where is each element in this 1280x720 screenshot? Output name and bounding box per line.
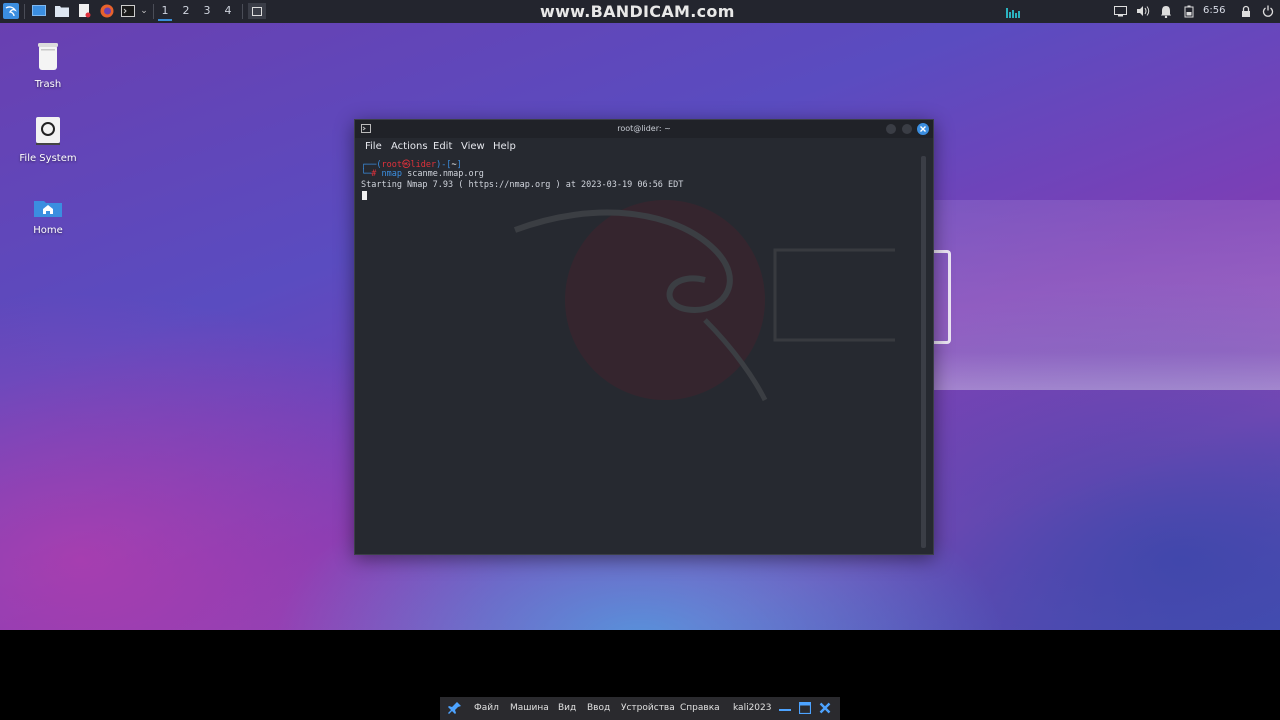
terminal-launcher-icon[interactable] <box>120 3 136 19</box>
desktop-background: Trash File System Home root@lider: ~ Fil… <box>0 0 1280 630</box>
network-icon[interactable] <box>1112 3 1128 19</box>
lock-icon[interactable] <box>1238 3 1254 19</box>
prompt-symbol: # <box>371 169 377 179</box>
virtualbox-control-bar: Файл Машина Вид Ввод Устройства Справка … <box>440 697 840 720</box>
vbox-menu-input[interactable]: Ввод <box>587 703 610 713</box>
menu-help[interactable]: Help <box>493 141 516 152</box>
show-desktop-icon[interactable] <box>31 3 47 19</box>
minimize-vm-button[interactable] <box>779 709 791 711</box>
text-editor-icon[interactable] <box>77 3 93 19</box>
power-icon[interactable] <box>1260 3 1276 19</box>
firefox-icon[interactable] <box>99 3 115 19</box>
desktop-icon-label: Trash <box>34 79 62 90</box>
workspace-4[interactable]: 4 <box>221 4 235 17</box>
pin-icon[interactable] <box>448 701 462 715</box>
home-folder-icon <box>34 201 62 217</box>
vbox-menu-devices[interactable]: Устройства <box>621 703 675 713</box>
notifications-icon[interactable] <box>1158 3 1174 19</box>
panel-separator <box>153 4 154 19</box>
terminal-titlebar[interactable]: root@lider: ~ <box>355 120 933 138</box>
command-line: └─# nmap scanme.nmap.org <box>361 169 484 179</box>
battery-icon[interactable] <box>1181 3 1197 19</box>
desktop-icon-label: Home <box>33 225 63 236</box>
panel-separator <box>242 4 243 19</box>
maximize-button[interactable] <box>902 124 912 134</box>
workspace-1[interactable]: 1 <box>158 4 172 21</box>
workspace-2[interactable]: 2 <box>179 4 193 17</box>
bandicam-watermark: www.BANDICAM.com <box>540 2 735 21</box>
panel-separator <box>24 4 25 19</box>
vbox-menu-file[interactable]: Файл <box>474 703 499 713</box>
clock[interactable]: 6:56 <box>1203 5 1225 16</box>
menu-view[interactable]: View <box>461 141 485 152</box>
terminal-output[interactable]: ┌──(root㉿lider)-[~] └─# nmap scanme.nmap… <box>361 158 921 548</box>
cpu-graph-icon <box>1005 3 1023 19</box>
volume-icon[interactable] <box>1135 3 1151 19</box>
workspace-3[interactable]: 3 <box>200 4 214 17</box>
close-icon[interactable] <box>917 123 929 135</box>
terminal-menubar: File Actions Edit View Help <box>355 138 933 156</box>
minimize-button[interactable] <box>886 124 896 134</box>
trash-icon <box>38 43 58 70</box>
vbox-menu-view[interactable]: Вид <box>558 703 576 713</box>
desktop-icon-label: File System <box>19 153 77 164</box>
chevron-down-icon[interactable]: ⌄ <box>136 3 152 19</box>
command-args: scanme.nmap.org <box>407 169 484 179</box>
taskbar-terminal-button[interactable] <box>248 3 266 19</box>
vm-name: kali2023 <box>733 703 772 713</box>
wallpaper-kali-band <box>930 200 1280 390</box>
menu-edit[interactable]: Edit <box>433 141 452 152</box>
command-name: nmap <box>381 169 402 179</box>
output-line: Starting Nmap 7.93 ( https://nmap.org ) … <box>361 180 684 190</box>
desktop-icon-trash[interactable]: Trash <box>8 40 88 90</box>
desktop-icon-file-system[interactable]: File System <box>8 116 88 164</box>
kali-menu-icon[interactable] <box>3 3 19 19</box>
restore-icon[interactable] <box>799 702 811 714</box>
terminal-scrollbar[interactable] <box>921 156 926 548</box>
desktop-icon-home[interactable]: Home <box>8 198 88 236</box>
file-manager-icon[interactable] <box>54 3 70 19</box>
vbox-menu-help[interactable]: Справка <box>680 703 720 713</box>
close-icon[interactable] <box>819 702 831 714</box>
terminal-window[interactable]: root@lider: ~ File Actions Edit View Hel… <box>354 119 934 555</box>
drive-icon <box>36 117 60 145</box>
terminal-title: root@lider: ~ <box>617 124 671 133</box>
top-panel: ⌄ 1 2 3 4 www.BANDICAM.com 6:56 <box>0 0 1280 23</box>
menu-file[interactable]: File <box>365 141 382 152</box>
vbox-menu-machine[interactable]: Машина <box>510 703 549 713</box>
text-cursor <box>362 191 367 200</box>
menu-actions[interactable]: Actions <box>391 141 428 152</box>
